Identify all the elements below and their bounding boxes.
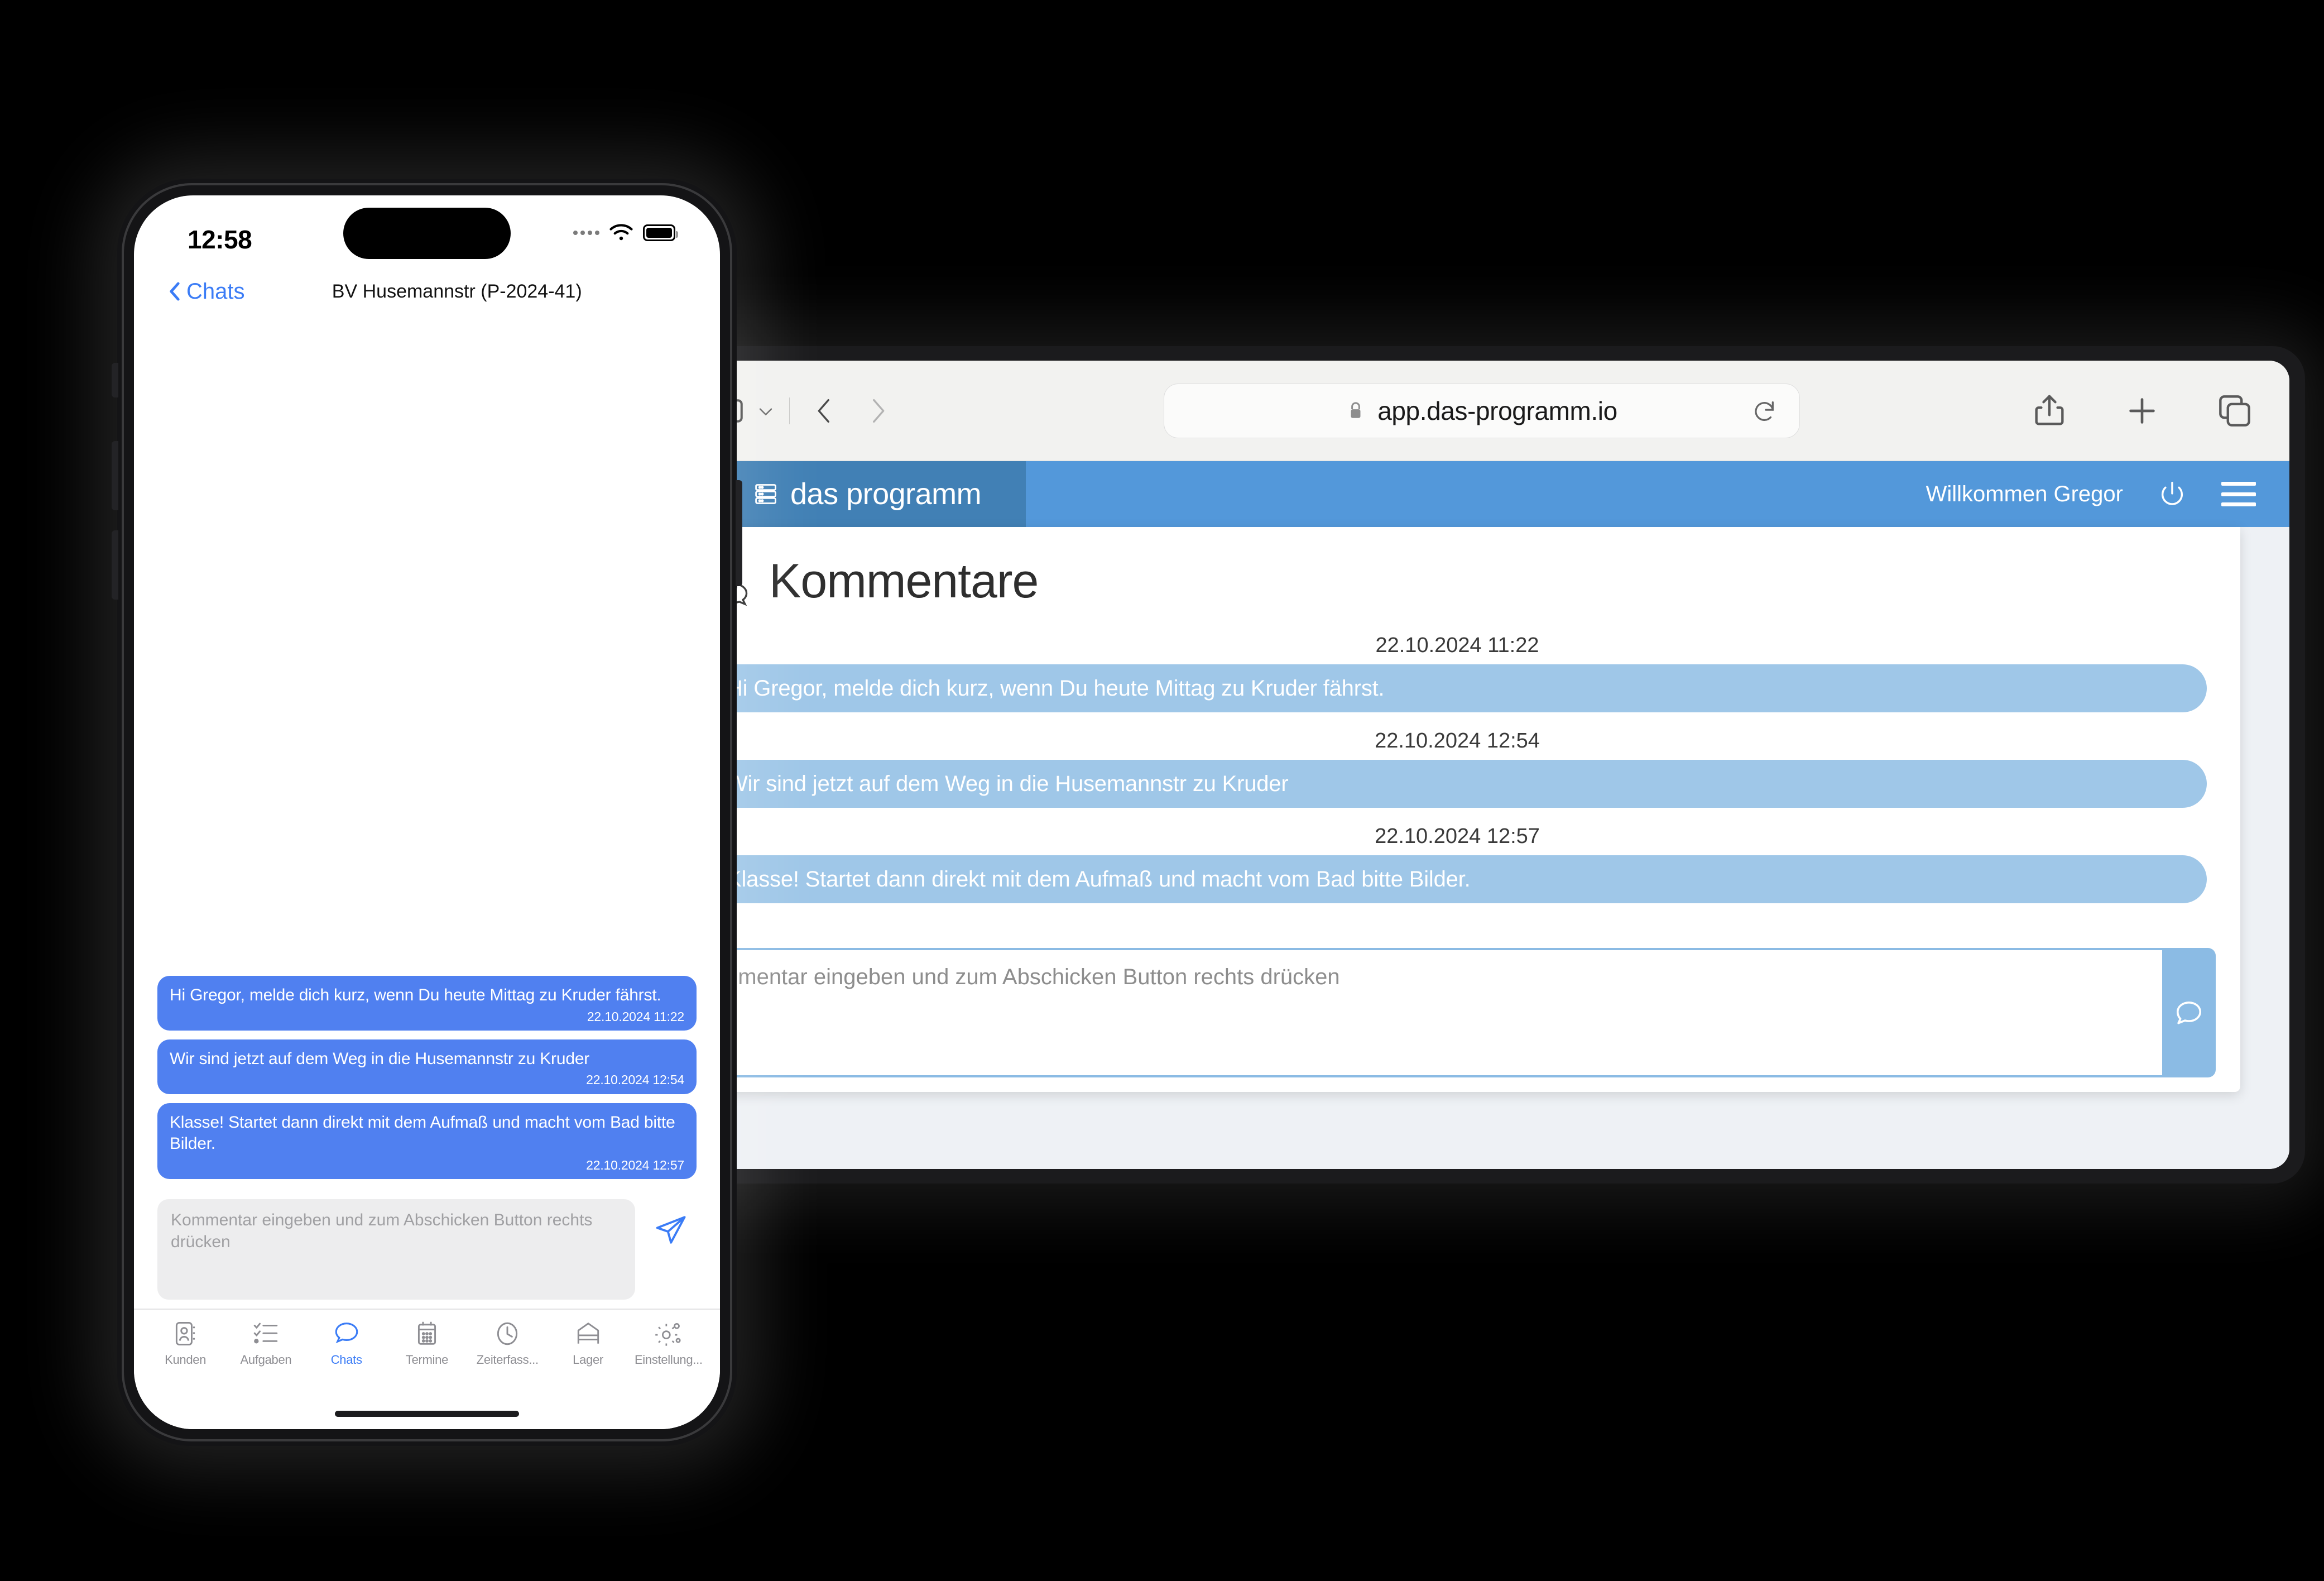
plus-icon[interactable]: [2120, 389, 2164, 433]
chevron-down-icon[interactable]: [750, 389, 781, 433]
hamburger-menu-icon[interactable]: [2221, 482, 2256, 506]
chat-message: Hi Gregor, melde dich kurz, wenn Du heut…: [157, 976, 697, 1031]
comments-list: 22.10.2024 11:22 Hi Gregor, melde dich k…: [708, 634, 2207, 903]
tab-lager[interactable]: Lager: [551, 1320, 625, 1367]
back-label: Chats: [186, 279, 245, 304]
phone-power-button: [736, 480, 742, 586]
tab-label: Chats: [330, 1353, 362, 1367]
browser-toolbar: app.das-programm.io: [674, 361, 2289, 461]
url-text: app.das-programm.io: [1377, 396, 1617, 425]
chat-message-time: 22.10.2024 12:57: [586, 1157, 684, 1172]
address-bar[interactable]: app.das-programm.io: [1164, 383, 1800, 438]
page-title-text: Kommentare: [769, 554, 1039, 608]
phone-send-button[interactable]: [645, 1199, 697, 1247]
phone-volume-down-button: [112, 530, 118, 600]
tablet-device-frame: app.das-programm.io das programm Willkom…: [659, 346, 2305, 1184]
reload-icon[interactable]: [1751, 398, 1777, 424]
back-chevron-icon[interactable]: [798, 389, 851, 433]
dynamic-island: [343, 208, 511, 259]
status-time: 12:58: [188, 225, 252, 254]
phone-mute-switch: [112, 363, 118, 397]
chat-message-time: 22.10.2024 11:22: [587, 1009, 684, 1024]
page-title: Kommentare: [708, 554, 2207, 609]
lock-icon: [1346, 399, 1365, 423]
app-header: das programm Willkommen Gregor: [674, 461, 2289, 527]
tab-label: Termine: [405, 1353, 449, 1367]
battery-full-icon: [643, 224, 678, 241]
brand-name: das programm: [790, 477, 982, 511]
home-indicator: [134, 1398, 720, 1429]
comment-item: 22.10.2024 12:54 Wir sind jetzt auf dem …: [708, 729, 2207, 808]
comment-input[interactable]: Kommentar eingeben und zum Abschicken Bu…: [674, 948, 2162, 1077]
toolbar-divider: [789, 397, 790, 424]
chat-title: BV Husemannstr (P-2024-41): [332, 280, 582, 302]
phone-tab-bar: Kunden Aufgaben Chats Termine Zeiterfass…: [134, 1309, 720, 1398]
tab-label: Einstellung...: [634, 1353, 703, 1367]
chat-message-text: Wir sind jetzt auf dem Weg in die Husema…: [170, 1049, 590, 1068]
comment-timestamp: 22.10.2024 12:57: [1375, 825, 1540, 848]
tab-chats[interactable]: Chats: [310, 1320, 383, 1367]
chat-message-text: Hi Gregor, melde dich kurz, wenn Du heut…: [170, 986, 661, 1005]
wifi-icon: [608, 223, 634, 242]
tab-overview-icon[interactable]: [2212, 389, 2257, 433]
comment-item: 22.10.2024 12:57 Klasse! Startet dann di…: [708, 825, 2207, 903]
chat-message: Wir sind jetzt auf dem Weg in die Husema…: [157, 1039, 697, 1094]
phone-screen: 12:58 Chats BV Husemannstr (P-2024-41) H…: [134, 195, 720, 1429]
status-bar: 12:58: [134, 195, 720, 268]
web-application: das programm Willkommen Gregor Kommentar…: [674, 461, 2289, 1169]
scene: app.das-programm.io das programm Willkom…: [0, 0, 2324, 1581]
phone-nav-bar: Chats BV Husemannstr (P-2024-41): [134, 268, 720, 315]
chat-message-time: 22.10.2024 12:54: [586, 1072, 684, 1087]
comment-bubble: Wir sind jetzt auf dem Weg in die Husema…: [708, 760, 2207, 808]
send-comment-button[interactable]: [2162, 948, 2216, 1077]
tab-label: Aufgaben: [240, 1353, 292, 1367]
forward-chevron-icon[interactable]: [851, 389, 905, 433]
signal-dots-icon: [573, 231, 599, 235]
comment-bubble: Klasse! Startet dann direkt mit dem Aufm…: [708, 855, 2207, 903]
power-icon[interactable]: [2158, 480, 2187, 509]
tab-zeiterfassung[interactable]: Zeiterfass...: [470, 1320, 544, 1367]
phone-device-frame: 12:58 Chats BV Husemannstr (P-2024-41) H…: [112, 179, 742, 1446]
comment-timestamp: 22.10.2024 12:54: [1375, 729, 1540, 753]
server-stack-icon: [753, 481, 778, 507]
share-icon[interactable]: [2027, 389, 2072, 433]
comment-item: 22.10.2024 11:22 Hi Gregor, melde dich k…: [708, 634, 2207, 712]
tab-label: Lager: [573, 1353, 603, 1367]
chat-message-text: Klasse! Startet dann direkt mit dem Aufm…: [170, 1113, 675, 1153]
comments-card: Kommentare 22.10.2024 11:22 Hi Gregor, m…: [674, 527, 2240, 1092]
phone-volume-up-button: [112, 441, 118, 510]
comment-bubble: Hi Gregor, melde dich kurz, wenn Du heut…: [708, 664, 2207, 712]
tablet-screen: app.das-programm.io das programm Willkom…: [674, 361, 2289, 1169]
tab-aufgaben[interactable]: Aufgaben: [229, 1320, 302, 1367]
tab-label: Zeiterfass...: [476, 1353, 539, 1367]
comment-composer: Kommentar eingeben und zum Abschicken Bu…: [674, 948, 2216, 1077]
chat-message: Klasse! Startet dann direkt mit dem Aufm…: [157, 1103, 697, 1179]
tab-label: Kunden: [165, 1353, 207, 1367]
back-chevron-icon: [169, 281, 181, 302]
phone-composer: Kommentar eingeben und zum Abschicken Bu…: [134, 1191, 720, 1309]
comment-timestamp: 22.10.2024 11:22: [1375, 634, 1539, 657]
tab-einstellungen[interactable]: Einstellung...: [632, 1320, 705, 1367]
welcome-text: Willkommen Gregor: [1926, 481, 2123, 506]
back-to-chats-button[interactable]: Chats: [169, 279, 245, 304]
phone-comment-input[interactable]: Kommentar eingeben und zum Abschicken Bu…: [157, 1199, 635, 1300]
tab-termine[interactable]: Termine: [390, 1320, 464, 1367]
phone-chat-messages: Hi Gregor, melde dich kurz, wenn Du heut…: [134, 315, 720, 1191]
tab-kunden[interactable]: Kunden: [148, 1320, 222, 1367]
